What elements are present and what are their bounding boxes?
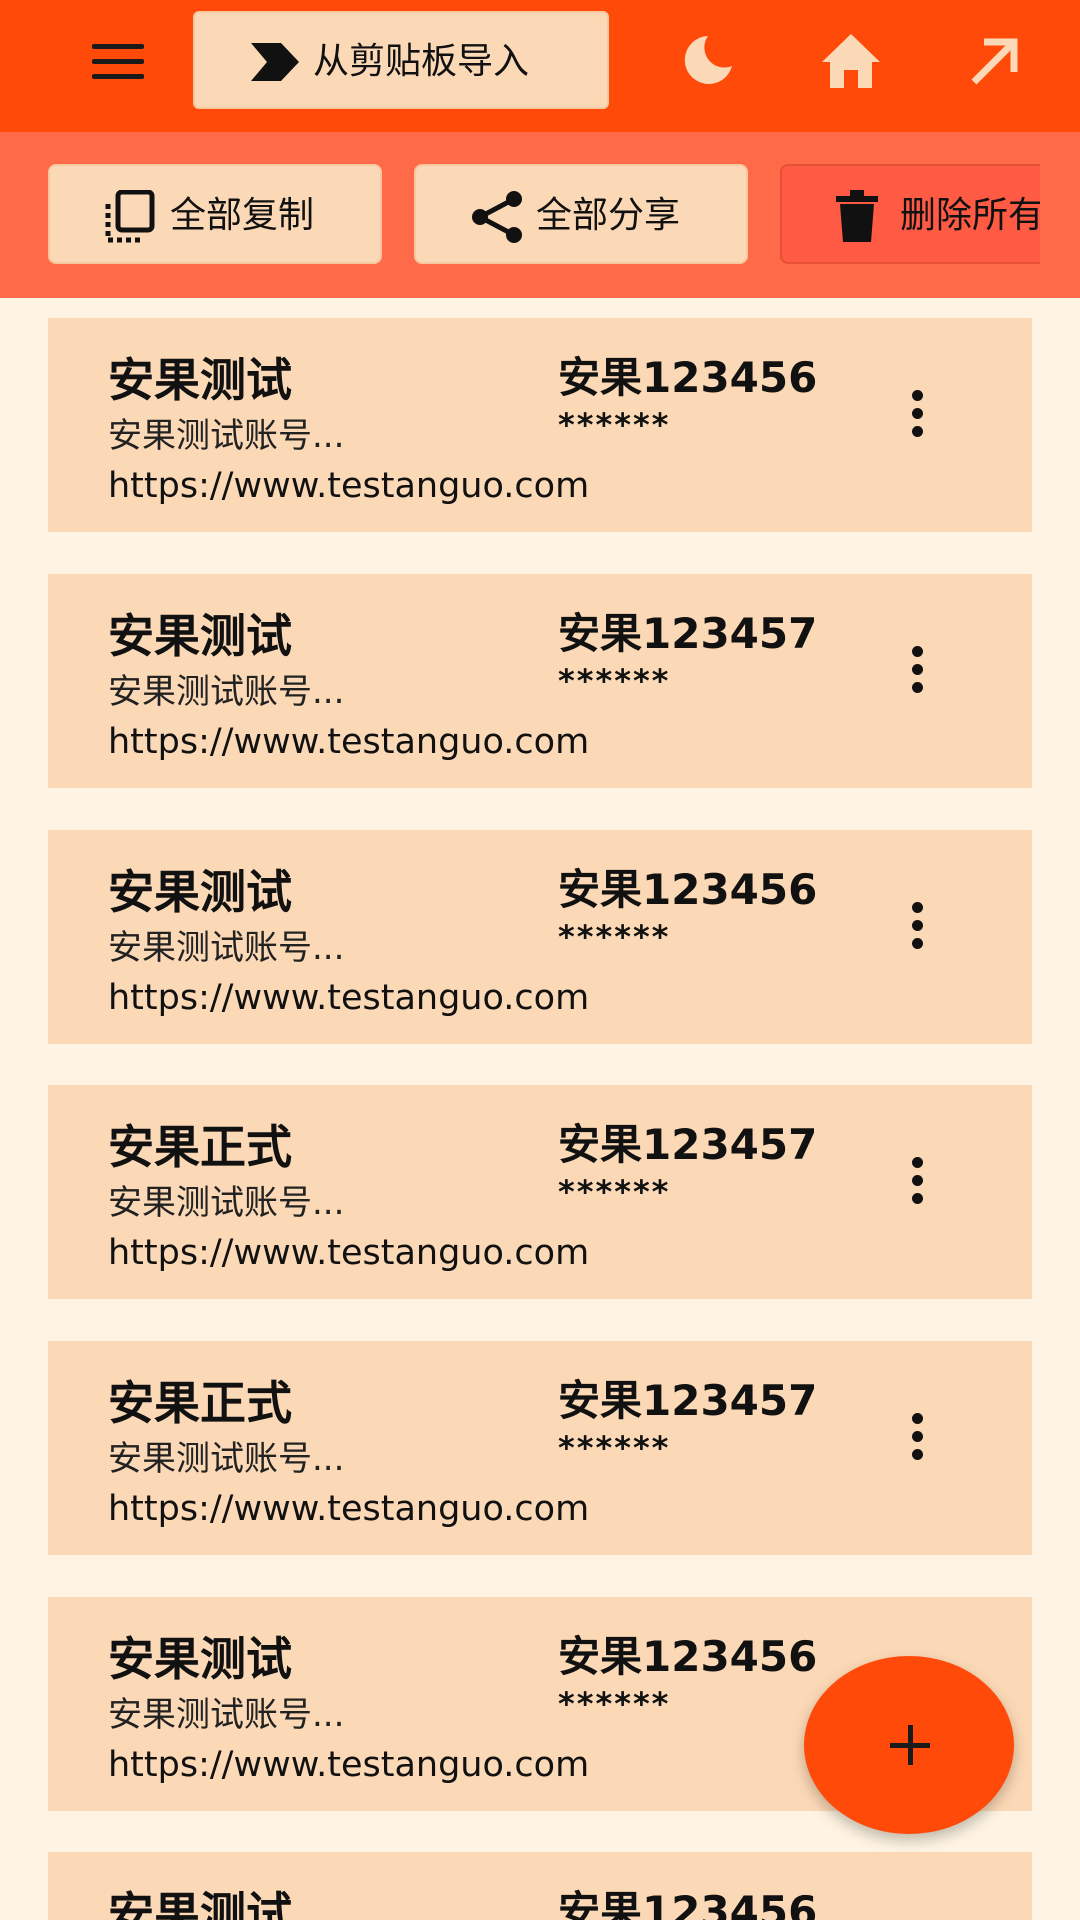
account-password: ****** (558, 406, 671, 444)
account-username: 安果123457 (558, 609, 818, 658)
account-description: 安果测试账号... (108, 928, 345, 968)
copy-icon (105, 190, 155, 243)
account-url: https://www.testanguo.com (108, 1233, 590, 1273)
account-description: 安果测试账号... (108, 1183, 345, 1223)
copy-all-button[interactable]: 全部复制 (48, 164, 382, 264)
account-title: 安果测试 (108, 1887, 292, 1920)
account-card[interactable]: 安果测试 安果测试账号... https://www.testanguo.com… (48, 574, 1032, 788)
account-description: 安果测试账号... (108, 416, 345, 456)
import-from-clipboard-button[interactable]: 从剪贴板导入 (193, 11, 609, 109)
account-username: 安果123456 (558, 865, 818, 914)
account-card[interactable]: 安果测试 安果123456 (48, 1852, 1032, 1920)
account-password: ****** (558, 662, 671, 700)
account-title: 安果测试 (108, 865, 292, 919)
more-options-icon[interactable] (898, 890, 938, 960)
more-options-icon[interactable] (898, 1401, 938, 1471)
account-card[interactable]: 安果测试 安果测试账号... https://www.testanguo.com… (48, 318, 1032, 532)
share-all-label: 全部分享 (536, 195, 681, 236)
trash-icon (836, 190, 878, 242)
account-username: 安果123456 (558, 1632, 818, 1681)
account-card[interactable]: 安果正式 安果测试账号... https://www.testanguo.com… (48, 1341, 1032, 1555)
more-options-icon[interactable] (898, 378, 938, 448)
account-username: 安果123457 (558, 1120, 818, 1169)
share-all-button[interactable]: 全部分享 (414, 164, 748, 264)
home-icon[interactable] (816, 26, 886, 96)
account-url: https://www.testanguo.com (108, 978, 590, 1018)
account-url: https://www.testanguo.com (108, 466, 590, 506)
action-toolbar: 全部复制 全部分享 删除所有 (0, 132, 1080, 298)
account-username: 安果123456 (558, 1887, 818, 1920)
account-description: 安果测试账号... (108, 672, 345, 712)
account-password: ****** (558, 918, 671, 956)
account-card[interactable]: 安果测试 安果测试账号... https://www.testanguo.com… (48, 830, 1032, 1044)
account-username: 安果123456 (558, 353, 818, 402)
account-card[interactable]: 安果正式 安果测试账号... https://www.testanguo.com… (48, 1085, 1032, 1299)
account-title: 安果测试 (108, 609, 292, 663)
app-bar: 从剪贴板导入 (0, 0, 1080, 132)
account-password: ****** (558, 1173, 671, 1211)
import-label: 从剪贴板导入 (313, 41, 530, 82)
account-title: 安果测试 (108, 353, 292, 407)
account-title: 安果测试 (108, 1632, 292, 1686)
more-options-icon[interactable] (898, 1145, 938, 1215)
account-title: 安果正式 (108, 1120, 292, 1174)
account-title: 安果正式 (108, 1376, 292, 1430)
account-password: ****** (558, 1429, 671, 1467)
add-entry-button[interactable] (804, 1656, 1014, 1834)
copy-all-label: 全部复制 (170, 195, 315, 236)
account-password: ****** (558, 1685, 671, 1723)
open-external-arrow-icon[interactable] (958, 26, 1028, 96)
more-options-icon[interactable] (898, 1912, 938, 1920)
delete-all-label: 删除所有 (900, 195, 1040, 236)
more-options-icon[interactable] (898, 634, 938, 704)
account-description: 安果测试账号... (108, 1439, 345, 1479)
plus-icon-stroke (908, 1725, 913, 1765)
arrow-label-icon (251, 43, 299, 81)
share-icon (472, 191, 522, 243)
menu-icon[interactable] (88, 40, 150, 84)
account-description: 安果测试账号... (108, 1695, 345, 1735)
account-url: https://www.testanguo.com (108, 1745, 590, 1785)
delete-all-button[interactable]: 删除所有 (780, 164, 1040, 264)
account-url: https://www.testanguo.com (108, 722, 590, 762)
dark-mode-moon-icon[interactable] (670, 26, 740, 96)
account-username: 安果123457 (558, 1376, 818, 1425)
account-url: https://www.testanguo.com (108, 1489, 590, 1529)
